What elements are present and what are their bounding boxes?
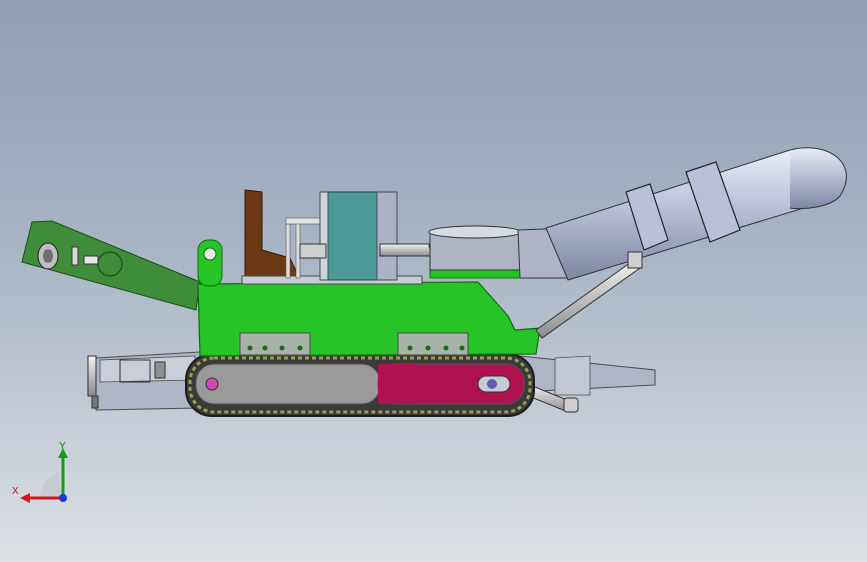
crawler-machine-model[interactable] [0,0,867,562]
coordinate-triad: X Y [12,441,68,503]
rear-frame[interactable] [87,351,201,411]
x-axis-arrow [20,493,30,503]
rear-jack-cylinder[interactable] [87,355,99,409]
brown-bracket[interactable] [244,189,301,281]
cad-viewport[interactable]: X Y [0,0,867,562]
z-axis-dot [59,494,67,502]
side-panel-left [239,332,311,356]
front-plate[interactable] [519,355,656,413]
left-green-arm[interactable] [21,220,201,311]
side-panel-right [397,332,469,356]
crawler-track[interactable] [185,353,535,417]
y-axis-label: Y [59,441,66,452]
triad-plane [40,472,63,498]
x-axis-label: X [12,486,19,497]
drill-boom[interactable] [517,147,847,281]
teal-control-box[interactable] [319,191,398,281]
rotary-head[interactable] [428,225,522,279]
track-tensioner[interactable] [477,375,511,393]
